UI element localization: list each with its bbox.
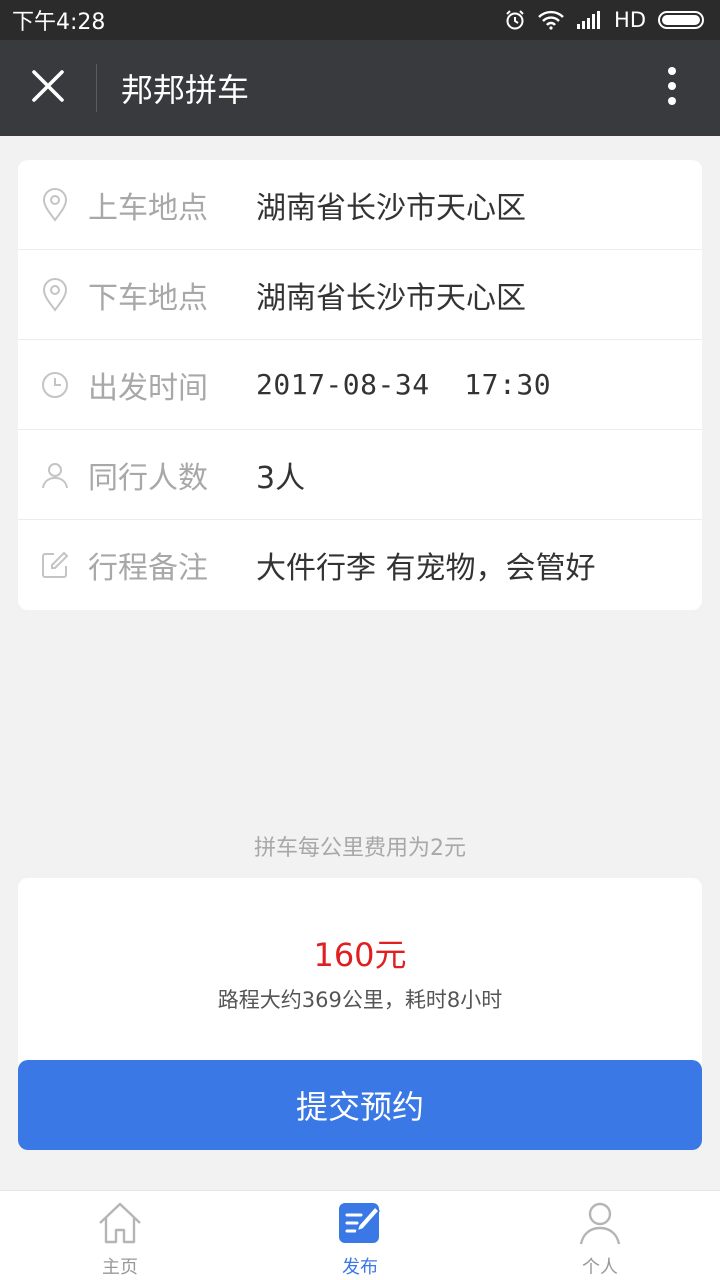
- wifi-icon: [538, 10, 564, 30]
- trip-note-label: 行程备注: [88, 551, 208, 586]
- route-info: 路程大约369公里，耗时8小时: [217, 988, 503, 1012]
- home-icon: [97, 1201, 143, 1249]
- tab-publish-label: 发布: [342, 1257, 378, 1278]
- location-pin-icon: [18, 277, 88, 312]
- more-button[interactable]: [624, 40, 720, 136]
- status-bar: 下午4:28 HD: [0, 0, 720, 40]
- user-icon: [577, 1201, 623, 1249]
- tab-profile[interactable]: 个人: [480, 1191, 720, 1280]
- title-bar: 邦邦拼车: [0, 40, 720, 136]
- pickup-value: 湖南省长沙市天心区: [256, 190, 526, 226]
- page-title: 邦邦拼车: [121, 71, 250, 109]
- passenger-count-row[interactable]: 同行人数 3人: [18, 430, 702, 520]
- passenger-count-value: 3人: [256, 460, 306, 496]
- edit-icon: [18, 550, 88, 580]
- trip-form-card: 上车地点 湖南省长沙市天心区 下车地点 湖南省长沙市天心区 出发时间 2017-…: [18, 160, 702, 610]
- departure-time-label: 出发时间: [88, 370, 208, 406]
- tab-home[interactable]: 主页: [0, 1191, 240, 1280]
- dropoff-location-row[interactable]: 下车地点 湖南省长沙市天心区: [18, 250, 702, 340]
- alarm-icon: [504, 9, 526, 31]
- person-icon: [18, 460, 88, 490]
- trip-note-row[interactable]: 行程备注 大件行李 有宠物，会管好: [18, 520, 702, 610]
- price-amount: 160元: [313, 936, 407, 974]
- signal-icon: [576, 10, 602, 30]
- battery-icon: [658, 10, 706, 30]
- tab-home-label: 主页: [102, 1257, 138, 1278]
- network-type: HD: [614, 8, 646, 32]
- publish-icon: [337, 1201, 383, 1249]
- close-button[interactable]: [0, 40, 96, 136]
- dropoff-label: 下车地点: [88, 280, 208, 316]
- status-time: 下午4:28: [12, 10, 106, 35]
- pickup-location-row[interactable]: 上车地点 湖南省长沙市天心区: [18, 160, 702, 250]
- dropoff-value: 湖南省长沙市天心区: [256, 280, 526, 316]
- price-card: 160元 路程大约369公里，耗时8小时: [18, 878, 702, 1078]
- more-vertical-icon: [667, 66, 677, 110]
- location-pin-icon: [18, 187, 88, 222]
- title-divider: [96, 64, 97, 112]
- passenger-count-label: 同行人数: [88, 460, 208, 496]
- bottom-tab-bar: 主页 发布 个人: [0, 1190, 720, 1280]
- fee-hint: 拼车每公里费用为2元: [254, 836, 466, 861]
- pickup-label: 上车地点: [88, 190, 208, 226]
- tab-publish[interactable]: 发布: [240, 1191, 480, 1280]
- close-icon: [31, 69, 65, 107]
- departure-time-row[interactable]: 出发时间 2017-08-34 17:30: [18, 340, 702, 430]
- status-icons: HD: [504, 8, 706, 32]
- trip-note-value: 大件行李 有宠物，会管好: [256, 551, 596, 586]
- departure-time-value: 2017-08-34 17:30: [256, 368, 552, 401]
- submit-reservation-button[interactable]: 提交预约: [18, 1060, 702, 1150]
- clock-icon: [18, 370, 88, 400]
- tab-profile-label: 个人: [582, 1257, 618, 1278]
